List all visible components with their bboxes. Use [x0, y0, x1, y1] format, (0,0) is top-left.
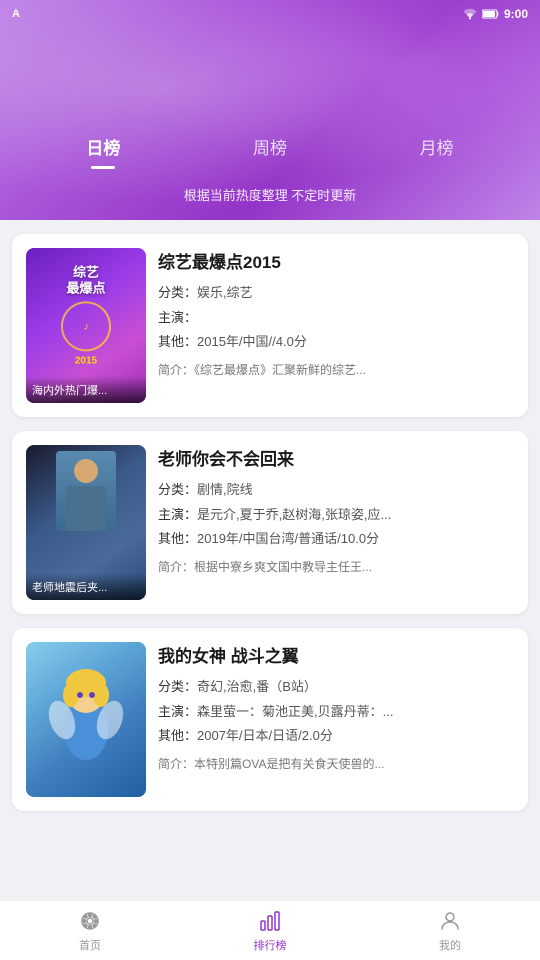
card-cast-1: 主演：: [158, 308, 514, 328]
home-icon: [77, 908, 103, 934]
card-cast-2: 主演：是元介,夏于乔,赵树海,张琼姿,应...: [158, 505, 514, 525]
thumb-circle: ♪: [61, 302, 111, 352]
card-info-1: 综艺最爆点2015 分类：娱乐,综艺 主演： 其他：2015年/中国//4.0分…: [158, 248, 514, 403]
card-thumbnail-3: [26, 642, 146, 797]
card-info-2: 老师你会不会回来 分类：剧情,院线 主演：是元介,夏于乔,赵树海,张琼姿,应..…: [158, 445, 514, 600]
nav-label-home: 首页: [79, 937, 101, 953]
ranking-icon: [257, 908, 283, 934]
user-icon: [437, 908, 463, 934]
nav-item-ranking[interactable]: 排行榜: [180, 908, 360, 953]
card-category-3: 分类：奇幻,治愈,番（B站）: [158, 677, 514, 697]
bottom-navigation: 首页 排行榜 我的: [0, 900, 540, 960]
nav-label-mine: 我的: [439, 937, 461, 953]
wifi-icon: [462, 8, 478, 20]
list-item[interactable]: 老师你会不会回来 老师地震后夹... 老师你会不会回来 分类：剧情,院线 主演：…: [12, 431, 528, 614]
status-time: 9:00: [504, 7, 528, 21]
list-item[interactable]: 我的女神 战斗之翼 分类：奇幻,治愈,番（B站） 主演：森里萤一：菊池正美,贝露…: [12, 628, 528, 811]
nav-item-home[interactable]: 首页: [0, 908, 180, 953]
card-other-2: 其他：2019年/中国台湾/普通话/10.0分: [158, 529, 514, 549]
card-intro-2: 简介：根据中寮乡爽文国中教导主任王...: [158, 558, 514, 576]
thumb-anime-figure: [46, 665, 126, 775]
thumb-overlay-1: 海内外热门爆...: [26, 376, 146, 403]
card-title-1: 综艺最爆点2015: [158, 248, 514, 273]
tab-bar: 日榜 周榜 月榜: [0, 128, 540, 165]
card-intro-3: 简介：本特别篇OVA是把有关食天使兽的...: [158, 755, 514, 773]
status-bar-right: 9:00: [462, 7, 528, 21]
card-other-1: 其他：2015年/中国//4.0分: [158, 332, 514, 352]
card-intro-1: 简介：《综艺最爆点》汇聚新鲜的综艺...: [158, 361, 514, 379]
card-category-2: 分类：剧情,院线: [158, 480, 514, 500]
list-item[interactable]: 综艺最爆点 ♪ 2015 海内外热门爆... 综艺最爆点2015 分类：娱乐,综…: [12, 234, 528, 417]
tab-monthly[interactable]: 月榜: [400, 128, 474, 165]
header: A 9:00 日榜 周榜 月榜: [0, 0, 540, 220]
card-title-2: 老师你会不会回来: [158, 445, 514, 470]
card-category-1: 分类：娱乐,综艺: [158, 283, 514, 303]
thumb-person-figure: [56, 451, 116, 531]
content-area[interactable]: 综艺最爆点 ♪ 2015 海内外热门爆... 综艺最爆点2015 分类：娱乐,综…: [0, 220, 540, 900]
tab-weekly[interactable]: 周榜: [233, 128, 307, 165]
header-subtitle: 根据当前热度整理 不定时更新: [184, 185, 357, 204]
card-thumbnail-2: 老师你会不会回来 老师地震后夹...: [26, 445, 146, 600]
thumb-overlay-2: 老师地震后夹...: [26, 573, 146, 600]
card-cast-3: 主演：森里萤一：菊池正美,贝露丹蒂：...: [158, 702, 514, 722]
tab-daily[interactable]: 日榜: [66, 128, 140, 165]
card-thumbnail-1: 综艺最爆点 ♪ 2015 海内外热门爆...: [26, 248, 146, 403]
card-other-3: 其他：2007年/日本/日语/2.0分: [158, 726, 514, 746]
card-title-3: 我的女神 战斗之翼: [158, 642, 514, 667]
nav-item-mine[interactable]: 我的: [360, 908, 540, 953]
card-info-3: 我的女神 战斗之翼 分类：奇幻,治愈,番（B站） 主演：森里萤一：菊池正美,贝露…: [158, 642, 514, 797]
battery-icon: [482, 9, 500, 19]
app-status-icon: A: [12, 8, 20, 20]
status-bar: A 9:00: [0, 0, 540, 28]
nav-label-ranking: 排行榜: [254, 937, 287, 953]
